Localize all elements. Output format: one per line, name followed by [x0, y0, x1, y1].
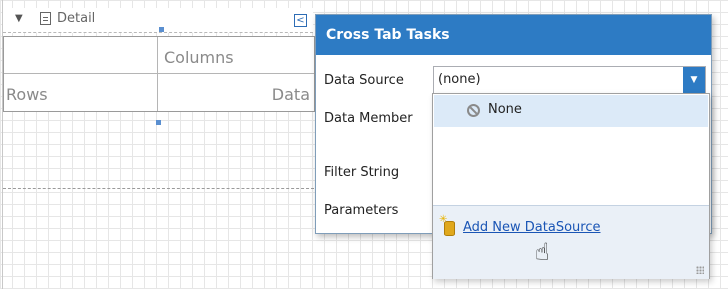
- data-member-label: Data Member: [324, 111, 413, 126]
- add-new-datasource-link[interactable]: Add New DataSource: [463, 220, 600, 235]
- data-source-value: (none): [438, 72, 481, 87]
- hand-pointer-icon: ☝: [535, 238, 550, 266]
- filter-string-label: Filter String: [324, 165, 400, 180]
- band-detail-icon: [40, 12, 51, 25]
- cross-tab-columns-cell[interactable]: Columns: [158, 37, 314, 74]
- band-resize-handle[interactable]: [159, 27, 164, 32]
- selection-resize-handle[interactable]: [156, 120, 161, 125]
- resize-grip-icon[interactable]: [696, 266, 704, 274]
- panel-title: Cross Tab Tasks: [316, 15, 711, 55]
- cross-tab-control[interactable]: Columns Rows Data: [3, 36, 315, 112]
- parameters-label: Parameters: [324, 203, 399, 218]
- add-datasource-icon[interactable]: [439, 214, 455, 236]
- chevron-down-icon[interactable]: ▼: [683, 67, 705, 93]
- triangle-down-icon[interactable]: ▼: [15, 13, 23, 24]
- detail-band-header[interactable]: ▼ Detail: [3, 8, 313, 33]
- band-label: Detail: [57, 11, 96, 26]
- none-circle-icon: [467, 104, 480, 117]
- dropdown-item-label: None: [488, 102, 522, 117]
- data-source-dropdown: None Add New DataSource ☝: [432, 93, 710, 279]
- data-source-label: Data Source: [324, 73, 404, 88]
- dropdown-item-none[interactable]: None: [434, 95, 708, 127]
- cross-tab-rows-cell[interactable]: Rows: [4, 74, 158, 111]
- dropdown-footer: Add New DataSource ☝: [433, 205, 709, 279]
- data-source-select[interactable]: (none) ▼: [433, 66, 706, 94]
- cross-tab-corner-cell[interactable]: [4, 37, 158, 74]
- chevron-left-icon[interactable]: <: [294, 14, 307, 27]
- band-divider: [3, 188, 314, 189]
- cross-tab-data-cell[interactable]: Data: [158, 74, 314, 111]
